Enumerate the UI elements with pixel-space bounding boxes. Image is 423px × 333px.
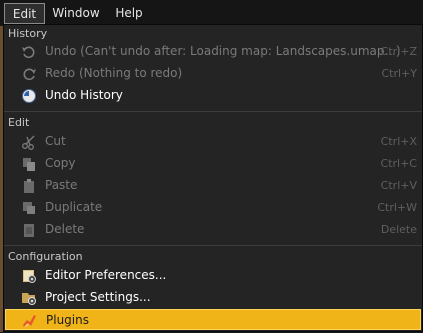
menu-window[interactable]: Window (48, 3, 104, 24)
redo-icon (21, 66, 37, 82)
menu-item-undo[interactable]: Undo (Can't undo after: Loading map: Lan… (5, 41, 421, 62)
menu-item-undo-history[interactable]: Undo History (5, 85, 421, 106)
menu-item-paste[interactable]: Paste Ctrl+V (5, 175, 421, 196)
menu-item-copy-label: Copy (45, 156, 76, 170)
section-header-history: History (8, 27, 48, 40)
menu-item-duplicate-shortcut: Ctrl+W (377, 201, 417, 214)
menu-item-plugins-label: Plugins (46, 313, 89, 327)
copy-icon (21, 156, 37, 172)
menu-item-duplicate-label: Duplicate (45, 200, 103, 214)
menu-help[interactable]: Help (110, 3, 148, 24)
menu-item-copy-shortcut: Ctrl+C (380, 157, 417, 170)
separator (4, 245, 422, 246)
menu-item-copy[interactable]: Copy Ctrl+C (5, 153, 421, 174)
separator (4, 111, 422, 112)
menu-item-paste-label: Paste (45, 178, 78, 192)
edit-dropdown-menu: History Undo (Can't undo after: Loading … (3, 24, 423, 332)
menu-item-redo[interactable]: Redo (Nothing to redo) Ctrl+Y (5, 63, 421, 84)
menu-item-redo-label: Redo (Nothing to redo) (45, 66, 183, 80)
section-header-configuration: Configuration (8, 250, 83, 263)
delete-icon (21, 222, 37, 238)
paste-icon (21, 178, 37, 194)
scissors-icon (21, 134, 37, 150)
menu-item-undo-label: Undo (Can't undo after: Loading map: Lan… (45, 44, 401, 58)
plugins-icon (22, 313, 38, 329)
duplicate-icon (21, 200, 37, 216)
menu-item-delete-label: Delete (45, 222, 85, 236)
menu-item-editor-preferences-label: Editor Preferences... (45, 268, 167, 282)
menu-item-paste-shortcut: Ctrl+V (380, 179, 417, 192)
menu-item-editor-preferences[interactable]: Editor Preferences... (5, 265, 421, 286)
editor-preferences-icon (21, 268, 37, 284)
menu-item-undo-shortcut: Ctrl+Z (380, 45, 417, 58)
menu-item-plugins[interactable]: Plugins (5, 309, 421, 330)
undo-icon (21, 44, 37, 60)
menu-item-project-settings-label: Project Settings... (45, 290, 151, 304)
menu-item-redo-shortcut: Ctrl+Y (381, 67, 417, 80)
section-header-edit: Edit (8, 116, 30, 129)
menu-item-cut[interactable]: Cut Ctrl+X (5, 131, 421, 152)
menu-item-cut-shortcut: Ctrl+X (380, 135, 417, 148)
menu-item-cut-label: Cut (45, 134, 66, 148)
menu-item-delete-shortcut: Delete (380, 223, 417, 236)
menu-item-delete[interactable]: Delete Delete (5, 219, 421, 240)
menu-edit[interactable]: Edit (4, 3, 45, 24)
menu-item-undo-history-label: Undo History (45, 88, 123, 102)
project-settings-icon (21, 290, 37, 306)
menu-item-duplicate[interactable]: Duplicate Ctrl+W (5, 197, 421, 218)
undo-history-icon (21, 88, 37, 104)
menu-bar: Edit Window Help (0, 0, 423, 26)
menu-item-project-settings[interactable]: Project Settings... (5, 287, 421, 308)
